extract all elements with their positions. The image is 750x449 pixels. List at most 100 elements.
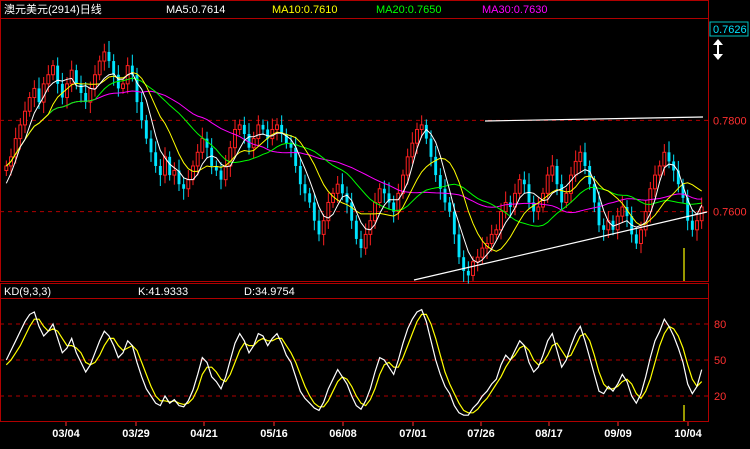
grid-lines <box>0 119 709 397</box>
candle-body-up <box>27 97 32 112</box>
candle-body-up <box>4 165 9 172</box>
candle-body-up <box>69 69 74 85</box>
candle-body-down <box>303 184 307 194</box>
candle-body-up <box>18 124 23 140</box>
candle-body-down <box>583 152 587 166</box>
candle-body-down <box>354 220 358 239</box>
candle-body-up <box>121 83 125 89</box>
date-tick-label: 06/08 <box>329 428 357 440</box>
candle-body-down <box>74 70 78 84</box>
candle-body-up <box>410 142 415 158</box>
candle-body-up <box>102 51 107 62</box>
candle-body-up <box>335 183 340 194</box>
candle-body-down <box>219 170 223 180</box>
candle-body-down <box>555 165 559 185</box>
ma10-label: MA10:0.7610 <box>272 4 337 16</box>
candle-body-down <box>298 165 302 185</box>
candle-body-down <box>158 165 162 176</box>
candle-body-up <box>503 201 508 213</box>
candle-body-up <box>46 74 51 85</box>
candle-body-down <box>312 202 316 221</box>
candle-body-up <box>415 128 419 144</box>
candle-body-up <box>251 138 256 149</box>
candle-body-up <box>494 229 499 235</box>
kd-d-line <box>5 313 703 414</box>
candle-body-up <box>377 188 382 203</box>
date-tick-label: 10/04 <box>674 428 702 440</box>
candle-body-down <box>144 120 148 139</box>
candle-body-down <box>588 165 592 185</box>
candle-body-up <box>237 124 242 130</box>
kd-d-label: D:34.9754 <box>244 286 295 298</box>
candle-body-up <box>23 110 27 126</box>
date-tick-label: 03/29 <box>122 428 150 440</box>
candle-body-up <box>471 261 475 276</box>
candle-body-up <box>223 165 228 181</box>
date-tick-label: 08/17 <box>535 428 563 440</box>
candle-body-down <box>690 220 694 230</box>
candle-body-down <box>429 138 433 157</box>
price-tick-label: 0.7800 <box>713 115 747 127</box>
candle-body-down <box>168 156 172 176</box>
ma10-line <box>5 71 702 252</box>
ma30-line <box>5 90 702 214</box>
ma20-line <box>5 77 702 227</box>
candle-body-up <box>373 201 377 222</box>
ma5-label: MA5:0.7614 <box>166 4 225 16</box>
current-price-label: 0.7626 <box>713 24 747 36</box>
kd-tick-label: 80 <box>714 319 726 331</box>
candle-body-down <box>140 102 144 121</box>
candle-body-up <box>233 128 237 149</box>
candle-body-down <box>667 152 671 162</box>
candle-body-down <box>308 193 312 203</box>
candle-body-up <box>65 83 69 99</box>
date-tick-label: 07/01 <box>399 428 427 440</box>
candle-body-down <box>261 124 265 130</box>
candle-body-up <box>499 211 503 231</box>
candle-body-up <box>662 151 667 167</box>
candle-body-down <box>79 83 83 93</box>
kd-k-label: K:41.9333 <box>138 286 188 298</box>
candle-body-down <box>522 179 526 185</box>
kd-tick-label: 20 <box>714 391 726 403</box>
candle-body-up <box>93 74 97 89</box>
series-lines <box>5 71 703 416</box>
candle-body-down <box>560 184 564 203</box>
candle-body-up <box>489 233 494 245</box>
candle-body-down <box>350 202 354 221</box>
ma20-label: MA20:0.7650 <box>376 4 441 16</box>
candle-body-up <box>695 220 699 231</box>
date-tick-label: 07/26 <box>467 428 495 440</box>
price-panel-border <box>0 0 709 282</box>
candle-body-up <box>200 138 205 153</box>
candle-body-up <box>573 160 578 176</box>
candle-body-up <box>32 87 37 99</box>
date-tick-label: 04/21 <box>190 428 218 440</box>
candle-body-down <box>452 211 456 235</box>
candle-body-up <box>97 60 102 76</box>
candle-body-up <box>653 174 657 190</box>
candle-body-down <box>634 234 638 244</box>
candle-body-up <box>620 206 625 217</box>
date-tick-label: 03/04 <box>52 428 80 440</box>
candle-body-up <box>191 165 195 181</box>
candle-body-up <box>256 124 261 140</box>
chart-canvas: 澳元美元(2914)日线 MA5:0.7614 MA10:0.7610 MA20… <box>0 0 749 440</box>
candle-body-up <box>517 179 522 194</box>
candle-body-up <box>545 174 550 194</box>
chart-title: 澳元美元(2914)日线 <box>4 2 102 16</box>
candle-body-down <box>317 220 321 235</box>
candle-body-down <box>247 134 251 148</box>
kd-tick-label: 50 <box>714 355 726 367</box>
candle-body-down <box>60 83 64 98</box>
scroll-arrows-icon[interactable] <box>713 39 723 60</box>
candle-body-down <box>457 234 461 258</box>
candle-body-down <box>112 61 116 75</box>
candle-body-up <box>639 229 643 245</box>
candle-body-up <box>564 192 569 203</box>
candle-body-up <box>275 124 279 130</box>
candle-body-down <box>242 124 246 135</box>
candle-body-up <box>615 215 620 231</box>
candle-body-up <box>480 247 485 258</box>
candle-body-up <box>657 165 662 176</box>
